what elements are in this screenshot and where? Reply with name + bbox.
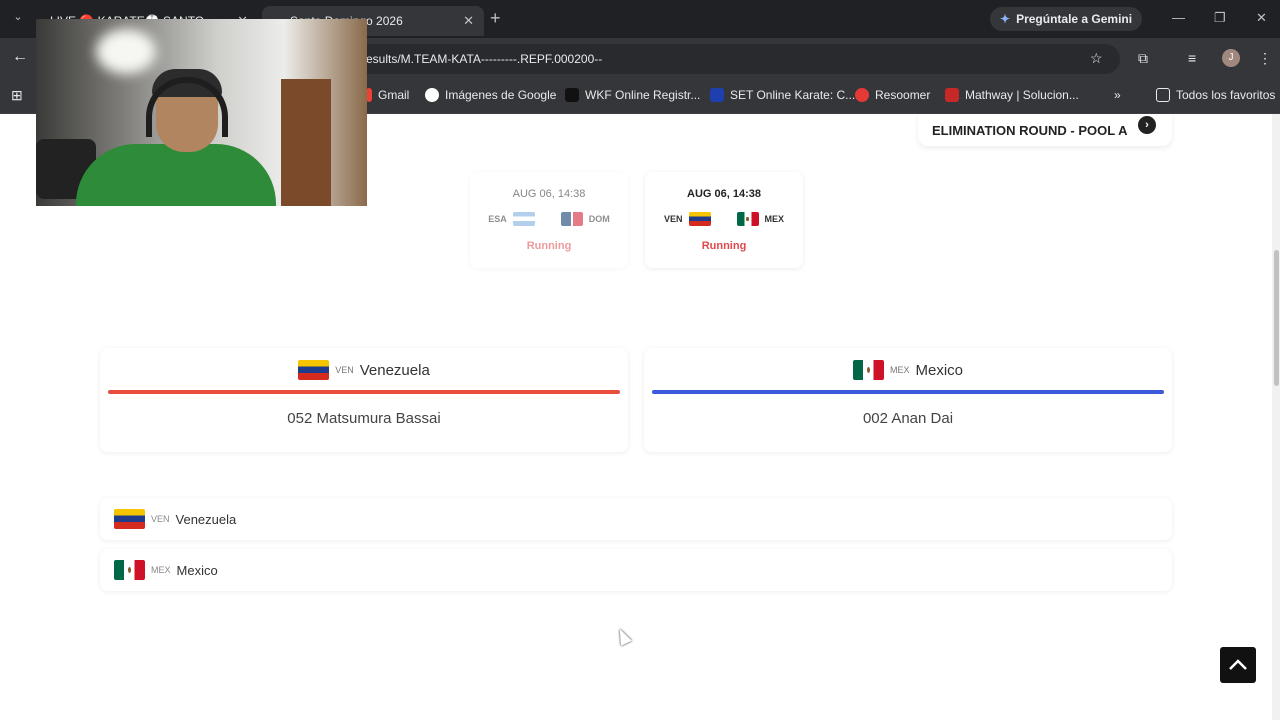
tab-search-icon[interactable]: ⌄ [8,10,28,28]
bookmark-label: Mathway | Solucion... [965,88,1079,102]
kata-name: 052 Matsumura Bassai [287,410,441,427]
all-bookmarks[interactable]: Todos los favoritos [1156,88,1275,102]
match-status: Running [526,240,572,252]
match-teams: ESA DOM [470,212,628,226]
ceiling-light [96,29,156,74]
url-text[interactable]: esults/M.TEAM-KATA---------.REPF.000200-… [366,52,602,66]
bookmark-label: Imágenes de Google [445,88,557,102]
menu-icon[interactable]: ⋮ [1258,50,1272,67]
bookmark-wkf[interactable]: WKF Online Registr... [565,88,700,102]
ao-color-bar [652,390,1164,394]
team-code: MEX [764,214,785,224]
country-code: VEN [335,365,354,375]
flag-icon [512,212,535,226]
ranking-row[interactable]: MEX Mexico [100,549,1172,591]
match-teams: VEN MEX [645,212,803,226]
scrollbar-thumb[interactable] [1274,250,1279,386]
country-name: Venezuela [175,511,237,527]
bookmark-set[interactable]: SET Online Karate: C... [710,88,855,102]
competitor-header: MEX Mexico [644,360,1172,380]
team-code: DOM [588,214,610,224]
match-card-esa-dom[interactable]: AUG 06, 14:38 ESA DOM Running [470,172,628,268]
match-time: AUG 06, 14:38 [687,188,761,200]
kata-name: 002 Anan Dai [862,410,954,427]
country-name: Mexico [176,562,218,578]
bookmark-gmail[interactable]: Gmail [366,88,409,102]
extensions-icon[interactable]: ⧉ [1138,50,1148,67]
bookmark-label: Todos los favoritos [1176,88,1276,102]
flag-icon [688,212,711,226]
bookmark-mathway[interactable]: Mathway | Solucion... [945,88,1079,102]
bookmark-resoomer[interactable]: Resoomer [855,88,930,102]
new-tab-icon[interactable]: + [490,8,501,29]
match-status: Running [701,240,747,252]
wkf-icon [565,88,579,102]
scrollbar-track[interactable] [1272,114,1280,720]
round-label: ELIMINATION ROUND - POOL A [932,122,1128,138]
flag-icon [852,360,884,380]
bookmark-label: WKF Online Registr... [585,88,701,102]
chevron-up-icon[interactable] [1220,647,1256,683]
bookmark-label: SET Online Karate: C... [730,88,856,102]
minimize-icon[interactable]: — [1172,10,1185,25]
competitor-card-red: VEN Venezuela 052 Matsumura Bassai [100,348,628,452]
more-bookmarks-icon[interactable]: » [1114,88,1121,102]
bookmark-label: Resoomer [875,88,931,102]
flag-icon [114,509,145,529]
team-code: ESA [488,214,507,224]
door [281,79,331,206]
country-code: MEX [151,565,171,575]
folder-icon [1156,88,1170,102]
bookmark-google-images[interactable]: Imágenes de Google [425,88,556,102]
apps-icon[interactable]: ⊞ [11,87,23,104]
gemini-button[interactable]: ✦ Pregúntale a Gemini [990,7,1143,31]
gemini-label: Pregúntale a Gemini [1016,12,1133,26]
set-icon [710,88,724,102]
arrow-left-icon[interactable]: ← [12,48,28,66]
resoomer-icon [855,88,869,102]
mathway-icon [945,88,959,102]
close-window-icon[interactable]: ✕ [1256,10,1267,26]
flag-icon [560,212,583,226]
competitor-header: VEN Venezuela [100,360,628,380]
match-card-ven-mex[interactable]: AUG 06, 14:38 VEN MEX Running [645,172,803,268]
star-icon[interactable]: ☆ [1090,50,1103,67]
flag-icon [114,560,145,580]
gemini-icon: ✦ [1000,12,1011,26]
flag-icon [298,360,330,380]
team-code: VEN [663,214,683,224]
competitor-card-blue: MEX Mexico 002 Anan Dai [644,348,1172,452]
avatar[interactable]: J [1222,49,1240,67]
webcam-overlay [36,19,367,206]
chevron-right-icon[interactable]: › [1138,116,1156,134]
round-selector[interactable]: ELIMINATION ROUND - POOL A › [918,114,1172,146]
person-shirt [76,144,276,206]
match-time: AUG 06, 14:38 [512,188,586,200]
ranking-row[interactable]: VEN Venezuela [100,498,1172,540]
restore-icon[interactable]: ❐ [1214,10,1226,26]
country-code: VEN [151,514,170,524]
google-icon [425,88,439,102]
media-icon[interactable]: ≡ [1188,50,1196,66]
close-icon[interactable]: ✕ [463,13,474,29]
bookmark-label: Gmail [378,88,410,102]
country-name: Venezuela [359,361,430,379]
country-code: MEX [889,365,910,375]
country-name: Mexico [915,361,964,379]
flag-icon [736,212,759,226]
aka-color-bar [108,390,620,394]
